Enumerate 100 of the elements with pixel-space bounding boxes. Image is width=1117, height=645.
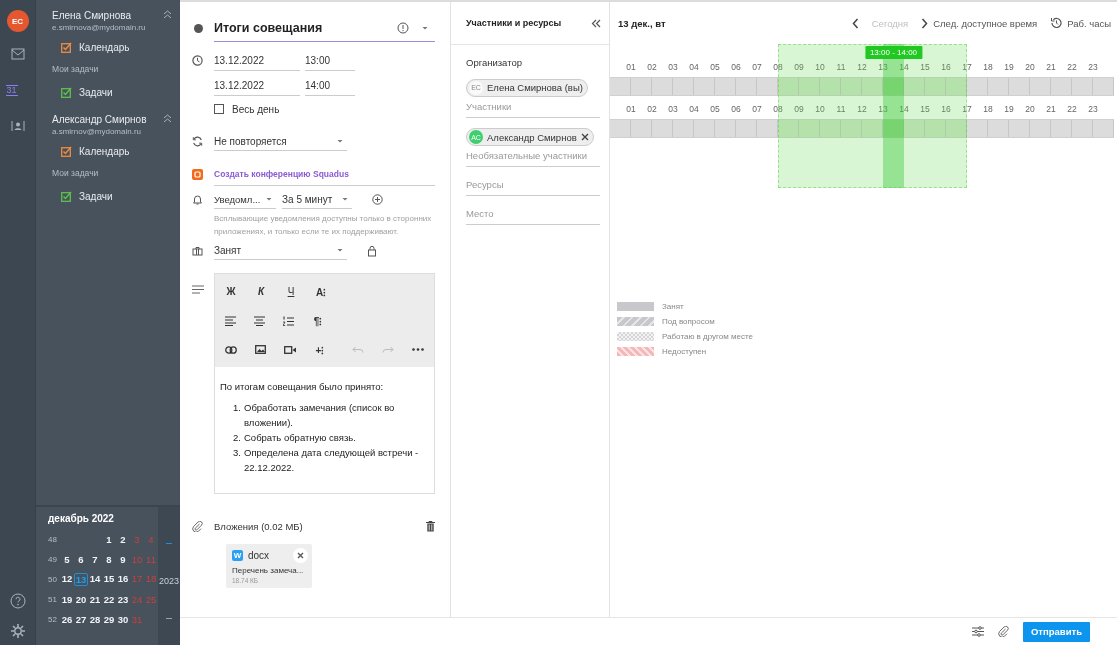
status-select[interactable]: Занят — [214, 241, 347, 260]
color-dot[interactable] — [194, 23, 203, 33]
insert-button[interactable]: +⁝ — [314, 342, 326, 357]
italic-button[interactable]: К — [255, 286, 267, 297]
calendar-day[interactable]: 2 — [116, 533, 130, 545]
caret-icon[interactable] — [421, 24, 429, 31]
font-button[interactable]: A⁝ — [315, 284, 327, 299]
account-avatar[interactable]: ЕС — [6, 10, 29, 32]
time-field[interactable]: 13:00 — [305, 50, 355, 71]
calendar-day[interactable]: 22 — [102, 593, 116, 605]
time-field[interactable]: 14:00 — [305, 75, 355, 96]
calendar-day[interactable]: 8 — [102, 553, 116, 565]
checkbox[interactable] — [61, 191, 72, 202]
busy-swatch — [617, 302, 654, 311]
add-icon[interactable] — [372, 194, 383, 205]
settings-icon[interactable] — [9, 623, 26, 639]
time-cell[interactable] — [883, 78, 904, 95]
calendar-day[interactable]: 20 — [74, 593, 88, 605]
calendar-day[interactable]: 26 — [60, 613, 74, 625]
underline-button[interactable]: Ч — [285, 286, 297, 297]
checkbox[interactable] — [214, 104, 224, 114]
date-field[interactable]: 13.12.2022 — [214, 50, 300, 71]
time-cell[interactable] — [820, 78, 841, 95]
time-cell[interactable] — [946, 120, 967, 137]
checkbox-label[interactable]: Весь день — [232, 103, 280, 115]
reminder-type-select[interactable]: Уведомл... — [214, 190, 276, 209]
calendar-day[interactable]: 9 — [116, 553, 130, 565]
reminder-time-select[interactable]: За 5 минут — [282, 190, 352, 209]
next-available-button[interactable]: След. доступное время — [933, 17, 1038, 29]
video-icon[interactable] — [284, 345, 296, 354]
remove-icon[interactable] — [293, 548, 308, 563]
sliders-icon[interactable] — [971, 626, 984, 637]
time-cell[interactable] — [778, 120, 799, 137]
time-cell[interactable] — [862, 78, 883, 95]
description-editor[interactable]: Ж К Ч A⁝ ¶⁝ +⁝ По итогам совещания было принято: 1. Обработать замечания (список во вложении). 2. Собрать обратную связь. 3. Определена дата следующей встречи - 22.12.2022. — [214, 273, 435, 494]
task-list-label[interactable]: Задачи — [79, 191, 113, 202]
remove-icon[interactable] — [580, 133, 589, 141]
calendar-day[interactable]: 15 — [102, 572, 116, 586]
time-cell[interactable] — [904, 78, 925, 95]
align-center-icon[interactable] — [254, 315, 265, 326]
time-cell[interactable] — [925, 78, 946, 95]
help-icon[interactable] — [9, 593, 26, 609]
calendar-day[interactable]: 30 — [116, 613, 130, 625]
title-field[interactable]: Итоги совещания — [214, 14, 435, 42]
conference-link[interactable]: Создать конференцию Squadus — [214, 169, 349, 179]
time-cell[interactable] — [799, 120, 820, 137]
collapse-icon[interactable] — [163, 10, 172, 19]
calendar-day[interactable]: 5 — [60, 553, 74, 565]
calendar-day[interactable]: 29 — [102, 613, 116, 625]
lock-icon[interactable] — [367, 244, 377, 257]
time-cell[interactable] — [820, 120, 841, 137]
previous-icon[interactable] — [851, 17, 859, 29]
paragraph-button[interactable]: ¶⁝ — [312, 313, 324, 328]
checkbox[interactable] — [61, 87, 72, 98]
time-cell[interactable] — [841, 120, 862, 137]
bold-button[interactable]: Ж — [225, 286, 237, 297]
calendar-day[interactable]: 19 — [60, 593, 74, 605]
time-cell[interactable] — [862, 120, 883, 137]
align-left-icon[interactable] — [225, 315, 236, 326]
more-icon[interactable] — [412, 348, 424, 351]
checkbox[interactable] — [61, 42, 72, 53]
month-title: декабрь 2022 — [48, 513, 115, 524]
link-icon[interactable] — [225, 345, 237, 354]
checkbox[interactable] — [61, 146, 72, 157]
calendar-day[interactable]: 28 — [88, 613, 102, 625]
paperclip-icon[interactable] — [997, 626, 1009, 637]
calendar-day[interactable]: 6 — [74, 553, 88, 565]
calendar-day[interactable]: 21 — [88, 593, 102, 605]
calendar-day[interactable]: 14 — [88, 572, 102, 586]
calendar-label[interactable]: Календарь — [79, 146, 130, 157]
collapse-icon[interactable] — [163, 114, 172, 123]
tentative-swatch — [617, 317, 654, 326]
calendar-day[interactable]: 12 — [60, 572, 74, 586]
history-icon[interactable] — [1050, 17, 1063, 29]
time-cell[interactable] — [799, 78, 820, 95]
time-cell[interactable] — [904, 120, 925, 137]
calendar-day[interactable]: 1 — [102, 533, 116, 545]
next-icon[interactable] — [921, 17, 929, 29]
clock-icon — [192, 55, 203, 66]
bell-icon — [192, 194, 203, 205]
trash-icon[interactable] — [426, 521, 435, 532]
time-cell[interactable] — [778, 78, 799, 95]
calendar-day[interactable]: 27 — [74, 613, 88, 625]
collapse-icon[interactable] — [591, 18, 601, 28]
time-cell[interactable] — [946, 78, 967, 95]
calendar-day[interactable]: 16 — [116, 572, 130, 586]
date-field[interactable]: 13.12.2022 — [214, 75, 300, 96]
year-label[interactable]: 2023 — [159, 576, 179, 586]
repeat-select[interactable]: Не повторяется — [214, 132, 347, 151]
calendar-label[interactable]: Календарь — [79, 42, 130, 53]
numbered-list-icon[interactable] — [283, 315, 294, 326]
time-cell[interactable] — [841, 78, 862, 95]
task-list-label[interactable]: Задачи — [79, 87, 113, 98]
info-icon[interactable] — [397, 21, 409, 34]
calendar-day[interactable]: 7 — [88, 553, 102, 565]
image-icon[interactable] — [255, 345, 266, 354]
work-hours-button[interactable]: Раб. часы — [1067, 17, 1111, 29]
calendar-day[interactable]: 23 — [116, 593, 130, 605]
time-cell[interactable] — [925, 120, 946, 137]
time-cell[interactable] — [883, 120, 904, 137]
